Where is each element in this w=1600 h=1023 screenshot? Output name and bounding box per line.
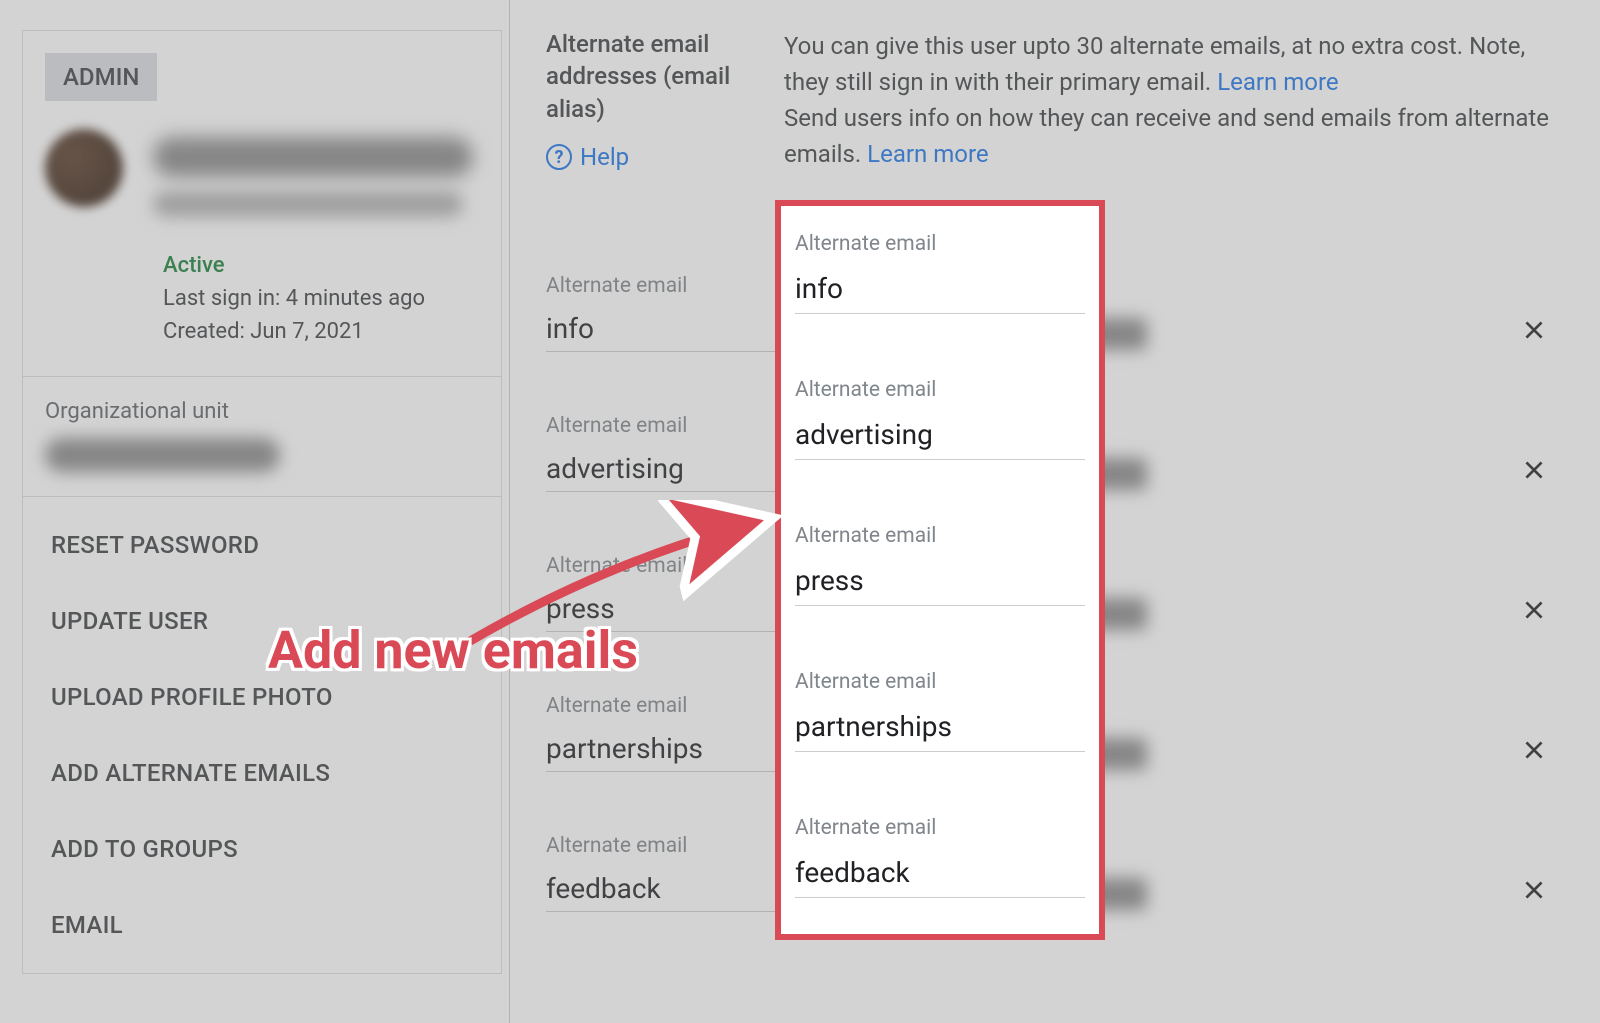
learn-more-2[interactable]: Learn more xyxy=(867,140,988,168)
avatar xyxy=(45,129,123,207)
user-sidebar: ADMIN Active Last sign in: 4 minutes ago… xyxy=(0,0,510,1023)
annotation-text: Add new emails xyxy=(268,620,638,681)
close-icon xyxy=(1521,737,1547,763)
alias-input[interactable] xyxy=(795,560,1085,606)
close-icon xyxy=(1521,877,1547,903)
pane-description: You can give this user upto 30 alternate… xyxy=(776,28,1564,172)
close-icon xyxy=(1521,597,1547,623)
action-add-to-groups[interactable]: ADD TO GROUPS xyxy=(23,811,501,887)
last-sign-in: Last sign in: 4 minutes ago xyxy=(163,282,501,315)
status-badge: Active xyxy=(163,249,501,282)
sidebar-actions: RESET PASSWORD UPDATE USER UPLOAD PROFIL… xyxy=(23,497,501,973)
pane-title: Alternate email addresses (email alias) xyxy=(546,28,776,125)
help-link[interactable]: ? Help xyxy=(546,143,776,171)
remove-alias-button[interactable] xyxy=(1514,870,1554,910)
alias-field-label: Alternate email xyxy=(795,816,1085,840)
profile-row xyxy=(23,101,501,217)
alias-input[interactable] xyxy=(795,268,1085,314)
alias-input[interactable] xyxy=(795,414,1085,460)
learn-more-1[interactable]: Learn more xyxy=(1217,68,1338,96)
user-email-redacted xyxy=(153,191,463,217)
alias-field-label: Alternate email xyxy=(795,378,1085,402)
user-meta: Active Last sign in: 4 minutes ago Creat… xyxy=(163,249,501,348)
alias-input[interactable] xyxy=(795,852,1085,898)
sidebar-card: ADMIN Active Last sign in: 4 minutes ago… xyxy=(22,30,502,974)
org-unit-label: Organizational unit xyxy=(45,399,479,424)
org-unit-value-redacted xyxy=(45,438,280,472)
close-icon xyxy=(1521,317,1547,343)
help-icon: ? xyxy=(546,144,572,170)
alias-field-label: Alternate email xyxy=(795,670,1085,694)
alias-input[interactable] xyxy=(795,706,1085,752)
action-reset-password[interactable]: RESET PASSWORD xyxy=(23,507,501,583)
user-name-redacted xyxy=(153,137,473,177)
alias-field-label: Alternate email xyxy=(795,524,1085,548)
remove-alias-button[interactable] xyxy=(1514,730,1554,770)
action-email[interactable]: EMAIL xyxy=(23,887,501,963)
action-add-alternate-emails[interactable]: ADD ALTERNATE EMAILS xyxy=(23,735,501,811)
highlight-box: Alternate email Alternate email Alternat… xyxy=(775,200,1105,940)
remove-alias-button[interactable] xyxy=(1514,590,1554,630)
alias-field-label: Alternate email xyxy=(795,232,1085,256)
org-unit-section: Organizational unit xyxy=(23,377,501,496)
close-icon xyxy=(1521,457,1547,483)
remove-alias-button[interactable] xyxy=(1514,310,1554,350)
remove-alias-button[interactable] xyxy=(1514,450,1554,490)
help-label: Help xyxy=(580,143,629,171)
created-date: Created: Jun 7, 2021 xyxy=(163,315,501,348)
admin-badge: ADMIN xyxy=(45,53,157,101)
